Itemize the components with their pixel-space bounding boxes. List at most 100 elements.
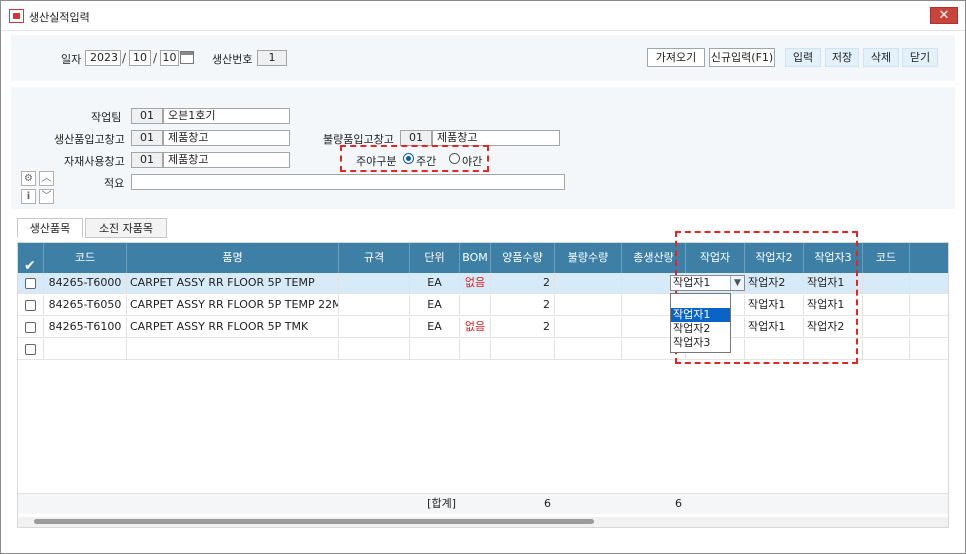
row-check-cell[interactable] — [18, 317, 44, 338]
date-separator: / — [122, 51, 127, 65]
row-checkbox[interactable] — [25, 322, 36, 333]
cell-defect-qty[interactable] — [555, 317, 622, 338]
col-spec[interactable]: 규격 — [339, 243, 410, 273]
cell-bom[interactable] — [460, 339, 491, 360]
cell-unit[interactable] — [410, 339, 460, 360]
scrollbar-thumb[interactable] — [34, 519, 594, 524]
collapse-up-icon[interactable]: ︿ — [39, 171, 54, 186]
horizontal-scrollbar[interactable] — [18, 517, 948, 527]
cell-unit[interactable]: EA — [410, 317, 460, 338]
col-item-name[interactable]: 품명 — [127, 243, 339, 273]
col-defect-qty[interactable]: 불량수량 — [555, 243, 622, 273]
col-good-qty[interactable]: 양품수량 — [491, 243, 555, 273]
row-check-cell[interactable] — [18, 339, 44, 360]
cell-code[interactable]: 84265-T6100 — [44, 317, 127, 338]
cell-code[interactable] — [44, 339, 127, 360]
col-unit[interactable]: 단위 — [410, 243, 460, 273]
team-code-field[interactable]: 01 — [131, 108, 163, 124]
memo-label: 적요 — [104, 177, 125, 190]
cell-good-qty[interactable]: 2 — [491, 273, 555, 294]
title-bar: 생산실적입력 ✕ — [1, 1, 965, 31]
cell-code2[interactable] — [863, 273, 910, 294]
material-warehouse-label: 자재사용창고 — [64, 155, 125, 168]
enter-button[interactable]: 입력 — [785, 48, 821, 67]
day-input[interactable]: 10 — [160, 50, 179, 66]
year-input[interactable]: 2023 — [85, 50, 121, 66]
material-warehouse-code[interactable]: 01 — [131, 152, 163, 168]
product-warehouse-name[interactable]: 제품창고 — [163, 130, 290, 146]
total-total-qty: 6 — [675, 497, 682, 510]
cell-good-qty[interactable]: 2 — [491, 317, 555, 338]
dropdown-option-worker2[interactable]: 작업자2 — [671, 322, 730, 336]
cell-spec[interactable] — [339, 317, 410, 338]
cell-code2[interactable] — [863, 295, 910, 316]
save-button[interactable]: 저장 — [825, 48, 859, 67]
col-code2[interactable]: 코드 — [863, 243, 910, 273]
cell-bom[interactable]: 없음 — [460, 273, 491, 294]
material-warehouse-name[interactable]: 제품창고 — [163, 152, 290, 168]
cell-spec[interactable] — [339, 295, 410, 316]
new-entry-button[interactable]: 신규입력(F1) — [709, 48, 775, 67]
expand-down-icon[interactable]: ﹀ — [39, 189, 54, 204]
product-warehouse-code[interactable]: 01 — [131, 130, 163, 146]
cell-good-qty[interactable]: 2 — [491, 295, 555, 316]
row-check-cell[interactable] — [18, 295, 44, 316]
total-label: [합계] — [427, 497, 456, 510]
product-warehouse-label: 생산품입고창고 — [54, 133, 125, 146]
cell-item-name[interactable] — [127, 339, 339, 360]
cell-defect-qty[interactable] — [555, 295, 622, 316]
shift-night-radio[interactable] — [449, 153, 460, 164]
fetch-button[interactable]: 가져오기 — [647, 48, 705, 67]
worker-combo-box[interactable]: 작업자1 ▼ — [670, 275, 745, 291]
calendar-icon[interactable] — [180, 51, 194, 64]
chevron-down-icon[interactable]: ▼ — [730, 276, 744, 290]
tab-consumed-sub-items[interactable]: 소진 자품목 — [85, 218, 167, 238]
cell-item-name[interactable]: CARPET ASSY RR FLOOR 5P TEMP 22MY — [127, 295, 339, 316]
shift-day-radio[interactable] — [403, 153, 414, 164]
shift-label: 주야구분 — [356, 155, 397, 168]
close-button[interactable]: 닫기 — [902, 48, 938, 67]
date-label: 일자 — [61, 53, 82, 66]
dropdown-option-worker1[interactable]: 작업자1 — [671, 308, 730, 322]
defect-warehouse-code[interactable]: 01 — [400, 130, 432, 146]
month-input[interactable]: 10 — [129, 50, 151, 66]
window-title: 생산실적입력 — [29, 11, 90, 24]
cell-code2[interactable] — [863, 339, 910, 360]
cell-good-qty[interactable] — [491, 339, 555, 360]
settings-icon[interactable]: ⚙ — [21, 171, 36, 186]
cell-unit[interactable]: EA — [410, 273, 460, 294]
header-panel: 일자 2023 / 10 / 10 생산번호 1 가져오기 신규입력(F1) 입… — [11, 35, 955, 81]
cell-defect-qty[interactable] — [555, 339, 622, 360]
row-checkbox[interactable] — [25, 278, 36, 289]
col-bom[interactable]: BOM — [460, 243, 491, 273]
cell-bom[interactable] — [460, 295, 491, 316]
cell-code2[interactable] — [863, 317, 910, 338]
row-checkbox[interactable] — [25, 300, 36, 311]
worker-dropdown-list[interactable]: 작업자1 작업자2 작업자3 — [670, 293, 731, 353]
team-label: 작업팀 — [91, 111, 122, 124]
dropdown-option-worker3[interactable]: 작업자3 — [671, 336, 730, 350]
row-checkbox[interactable] — [25, 344, 36, 355]
production-result-window: 생산실적입력 ✕ 일자 2023 / 10 / 10 생산번호 1 가져오기 신… — [0, 0, 966, 554]
memo-input[interactable] — [131, 174, 565, 190]
delete-button[interactable]: 삭제 — [863, 48, 899, 67]
cell-spec[interactable] — [339, 339, 410, 360]
team-name-field[interactable]: 오븐1호기 — [163, 108, 290, 124]
cell-item-name[interactable]: CARPET ASSY RR FLOOR 5P TMK — [127, 317, 339, 338]
defect-warehouse-name[interactable]: 제품창고 — [432, 130, 560, 146]
date-separator: / — [153, 51, 158, 65]
info-icon[interactable]: i — [21, 189, 36, 204]
cell-spec[interactable] — [339, 273, 410, 294]
col-code[interactable]: 코드 — [44, 243, 127, 273]
cell-code[interactable]: 84265-T6050 — [44, 295, 127, 316]
tab-production-items[interactable]: 생산품목 — [17, 218, 83, 238]
cell-item-name[interactable]: CARPET ASSY RR FLOOR 5P TEMP — [127, 273, 339, 294]
shift-night-label: 야간 — [462, 155, 483, 168]
cell-code[interactable]: 84265-T6000 — [44, 273, 127, 294]
cell-unit[interactable]: EA — [410, 295, 460, 316]
header-check-column[interactable]: ✔ — [18, 243, 44, 274]
close-window-button[interactable]: ✕ — [930, 7, 958, 24]
row-check-cell[interactable] — [18, 273, 44, 294]
cell-defect-qty[interactable] — [555, 273, 622, 294]
cell-bom[interactable]: 없음 — [460, 317, 491, 338]
